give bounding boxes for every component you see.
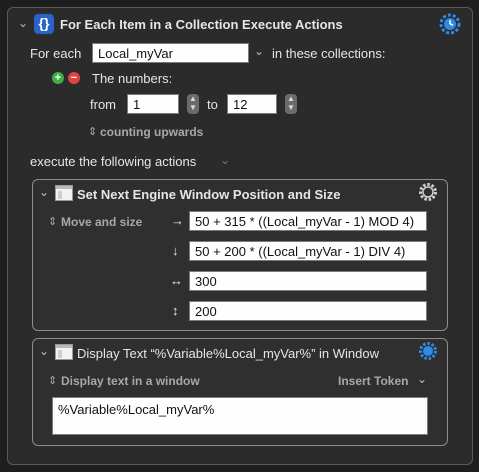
y-position-field[interactable]: 50 + 200 * ((Local_myVar - 1) DIV 4): [189, 241, 427, 261]
display-text-field[interactable]: %Variable%Local_myVar%: [52, 397, 428, 435]
mode-updown-icon: ⇕: [48, 216, 58, 228]
x-arrow-icon: →: [171, 213, 184, 228]
to-label: to: [207, 97, 218, 112]
from-field[interactable]: 1: [127, 94, 179, 114]
action1-collapse-chevron-icon[interactable]: ⌄: [39, 185, 49, 199]
direction-popup[interactable]: counting upwards: [100, 125, 203, 139]
from-stepper[interactable]: ▲ ▼: [187, 94, 199, 114]
execute-label: execute the following actions: [30, 154, 197, 169]
remove-collection-button[interactable]: −: [68, 72, 80, 84]
y-arrow-icon: ↓: [172, 243, 179, 258]
action-title: For Each Item in a Collection Execute Ac…: [60, 17, 343, 32]
set-window-position-action: ⌄ Set Next Engine Window Position and Si…: [32, 179, 448, 331]
collection-title: The numbers:: [92, 71, 173, 86]
insert-token-chevron-icon[interactable]: ⌄: [417, 372, 427, 386]
curly-braces-icon: {}: [34, 14, 54, 34]
direction-updown-icon: ⇕: [88, 126, 98, 138]
gear-clock-icon[interactable]: [439, 13, 461, 35]
action2-mode-popup[interactable]: Display text in a window: [61, 374, 200, 388]
window-icon: [55, 344, 73, 360]
width-arrow-icon: ↔: [170, 273, 183, 288]
collections-label: in these collections:: [272, 46, 386, 61]
window-icon: [55, 185, 73, 201]
action1-mode-popup[interactable]: Move and size: [61, 215, 142, 229]
add-collection-button[interactable]: +: [52, 72, 64, 84]
action2-gear-icon[interactable]: [418, 341, 438, 361]
action1-title: Set Next Engine Window Position and Size: [77, 187, 341, 202]
collapse-chevron-icon[interactable]: ⌄: [18, 16, 28, 30]
to-field[interactable]: 12: [227, 94, 277, 114]
action2-collapse-chevron-icon[interactable]: ⌄: [39, 344, 49, 358]
height-field[interactable]: 200: [189, 301, 427, 321]
width-field[interactable]: 300: [189, 271, 427, 291]
from-label: from: [90, 97, 116, 112]
for-each-action-panel: ⌄ {} For Each Item in a Collection Execu…: [7, 7, 473, 465]
x-position-field[interactable]: 50 + 315 * ((Local_myVar - 1) MOD 4): [189, 211, 427, 231]
execute-chevron-icon[interactable]: ⌄: [220, 153, 230, 167]
to-stepper[interactable]: ▲ ▼: [285, 94, 297, 114]
for-each-label: For each: [30, 46, 82, 61]
action1-gear-icon[interactable]: [418, 182, 438, 202]
insert-token-menu[interactable]: Insert Token: [338, 374, 408, 388]
height-arrow-icon: ↕: [172, 303, 179, 318]
display-text-action: ⌄ Display Text “%Variable%Local_myVar%” …: [32, 338, 448, 446]
variable-dropdown-chevron-icon[interactable]: ⌄: [254, 44, 264, 58]
variable-field[interactable]: Local_myVar: [92, 43, 249, 63]
display-mode-updown-icon: ⇕: [48, 375, 58, 387]
action2-title: Display Text “%Variable%Local_myVar%” in…: [77, 346, 380, 361]
